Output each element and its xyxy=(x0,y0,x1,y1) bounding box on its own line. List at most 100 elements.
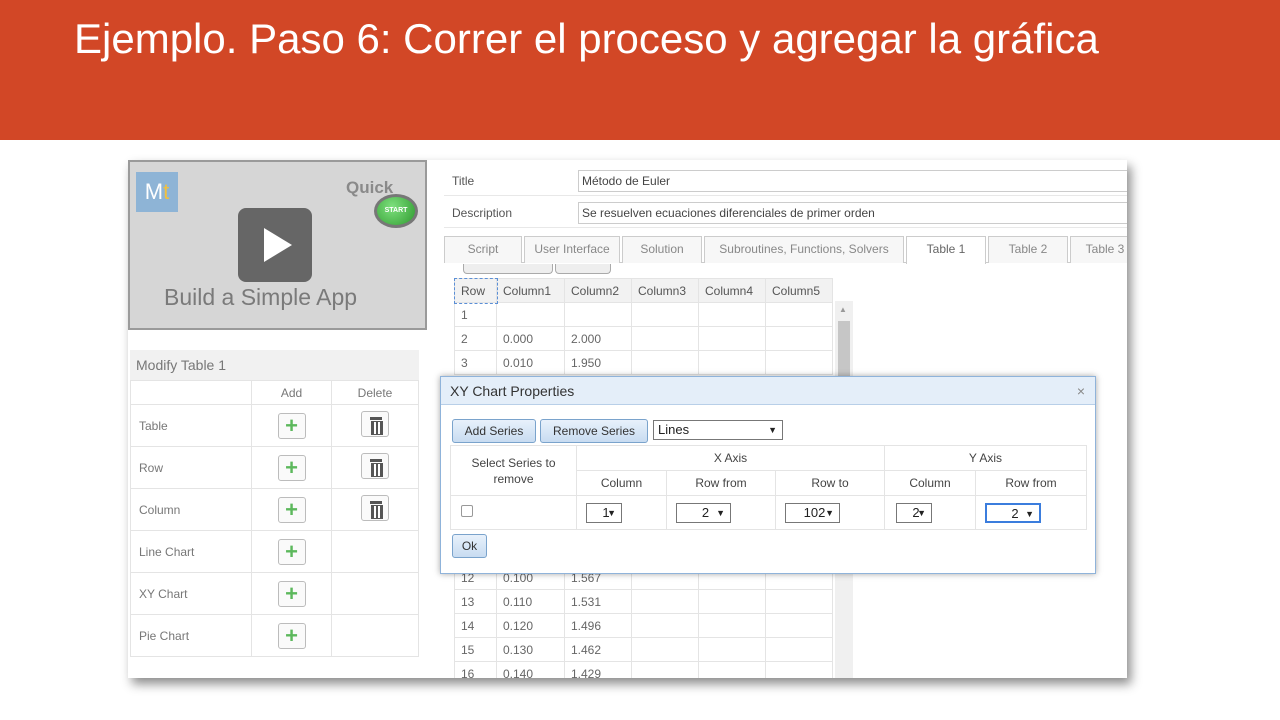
toolbar-button-stub-2[interactable] xyxy=(555,264,611,274)
grid-cell[interactable] xyxy=(698,350,766,375)
grid-cell[interactable] xyxy=(765,302,833,327)
grid-cell[interactable]: 3 xyxy=(454,350,497,375)
grid-cell[interactable] xyxy=(765,589,833,614)
plus-icon[interactable]: + xyxy=(277,496,306,523)
grid-column-header[interactable]: Column5 xyxy=(765,278,833,303)
delete-cell xyxy=(331,572,419,615)
grid-cell[interactable]: 0.010 xyxy=(496,350,565,375)
plus-icon[interactable]: + xyxy=(277,454,306,481)
chevron-down-icon: ▼ xyxy=(768,425,777,435)
tab-solution[interactable]: Solution xyxy=(622,236,702,263)
grid-cell[interactable] xyxy=(698,613,766,638)
scroll-thumb[interactable] xyxy=(838,321,850,381)
x-row-to-cell: 102 ▼ xyxy=(775,495,885,530)
scroll-up-icon[interactable]: ▲ xyxy=(839,305,847,314)
slide-title: Ejemplo. Paso 6: Correr el proceso y agr… xyxy=(74,15,1099,62)
tab-table-1[interactable]: Table 1 xyxy=(906,236,986,264)
grid-cell[interactable]: 1 xyxy=(454,302,497,327)
x-row-to-select[interactable]: 102 ▼ xyxy=(785,503,840,523)
grid-cell[interactable] xyxy=(631,589,699,614)
start-button[interactable]: START xyxy=(374,194,418,228)
close-icon[interactable]: × xyxy=(1077,377,1085,405)
logo-letter-t: t xyxy=(163,179,170,204)
grid-cell[interactable] xyxy=(564,302,632,327)
toolbar-button-stub-1[interactable] xyxy=(463,264,553,274)
grid-column-header[interactable]: Column1 xyxy=(496,278,565,303)
tab-subroutines-functions-solvers[interactable]: Subroutines, Functions, Solvers xyxy=(704,236,904,263)
grid-cell[interactable] xyxy=(765,613,833,638)
grid-cell[interactable]: 0.120 xyxy=(496,613,565,638)
grid-cell[interactable] xyxy=(698,589,766,614)
series-checkbox-cell xyxy=(450,495,577,530)
video-caption: Build a Simple App xyxy=(164,284,358,310)
grid-cell[interactable] xyxy=(765,661,833,678)
select-series-header: Select Series to remove xyxy=(450,445,577,496)
grid-cell[interactable]: 0.000 xyxy=(496,326,565,351)
x-column-select[interactable]: 1 ▼ xyxy=(586,503,622,523)
modify-table: Add Delete Table + Row + Column + Line Chart + X… xyxy=(130,380,419,657)
y-column-select[interactable]: 2 ▼ xyxy=(896,503,932,523)
grid-cell[interactable] xyxy=(631,661,699,678)
plus-icon[interactable]: + xyxy=(277,538,306,565)
grid-cell[interactable]: 0.130 xyxy=(496,637,565,662)
table-row: 3 0.010 1.950 xyxy=(454,350,833,375)
grid-column-header[interactable]: Column3 xyxy=(631,278,699,303)
grid-cell[interactable] xyxy=(765,350,833,375)
grid-cell[interactable] xyxy=(496,302,565,327)
trash-icon[interactable] xyxy=(361,411,389,437)
grid-cell[interactable] xyxy=(631,613,699,638)
trash-icon[interactable] xyxy=(361,453,389,479)
tab-user-interface[interactable]: User Interface xyxy=(524,236,620,263)
grid-cell[interactable] xyxy=(765,326,833,351)
grid-cell[interactable]: 0.110 xyxy=(496,589,565,614)
ok-button[interactable]: Ok xyxy=(452,534,487,558)
plus-icon[interactable]: + xyxy=(277,580,306,607)
grid-cell[interactable]: 2 xyxy=(454,326,497,351)
grid-cell[interactable] xyxy=(631,302,699,327)
grid-cell[interactable]: 1.531 xyxy=(564,589,632,614)
grid-cell[interactable] xyxy=(698,326,766,351)
plus-icon[interactable]: + xyxy=(277,412,306,439)
grid-cell[interactable] xyxy=(631,350,699,375)
grid-cell[interactable] xyxy=(698,661,766,678)
series-checkbox[interactable] xyxy=(461,505,473,517)
y-row-from-cell: 2 ▼ xyxy=(975,495,1087,530)
video-thumbnail[interactable]: Mt Quick START Build a Simple App xyxy=(128,160,427,330)
plus-icon[interactable]: + xyxy=(277,622,306,649)
x-row-from-header: Row from xyxy=(666,470,776,496)
grid-cell[interactable]: 0.140 xyxy=(496,661,565,678)
grid-cell[interactable]: 1.496 xyxy=(564,613,632,638)
grid-column-header[interactable]: Column4 xyxy=(698,278,766,303)
tab-bar: Script User Interface Solution Subroutines,… xyxy=(444,236,1127,264)
tab-table-2[interactable]: Table 2 xyxy=(988,236,1068,263)
grid-cell[interactable] xyxy=(631,326,699,351)
grid-cell[interactable]: 13 xyxy=(454,589,497,614)
tab-script[interactable]: Script xyxy=(444,236,522,263)
grid-cell[interactable]: 1.950 xyxy=(564,350,632,375)
grid-cell[interactable]: 1.429 xyxy=(564,661,632,678)
grid-cell[interactable]: 14 xyxy=(454,613,497,638)
tab-table-3[interactable]: Table 3 xyxy=(1070,236,1127,263)
dialog-title-bar[interactable]: XY Chart Properties × xyxy=(441,377,1095,405)
grid-cell[interactable] xyxy=(765,637,833,662)
grid-cell[interactable]: 1.462 xyxy=(564,637,632,662)
x-row-from-select[interactable]: 2 ▼ xyxy=(676,503,731,523)
title-input[interactable]: Método de Euler xyxy=(578,170,1127,192)
grid-column-header[interactable]: Row xyxy=(453,277,498,304)
grid-cell[interactable] xyxy=(631,637,699,662)
grid-cell[interactable]: 16 xyxy=(454,661,497,678)
y-row-from-select[interactable]: 2 ▼ xyxy=(985,503,1041,523)
trash-icon[interactable] xyxy=(361,495,389,521)
grid-column-header[interactable]: Column2 xyxy=(564,278,632,303)
description-input[interactable]: Se resuelven ecuaciones diferenciales de… xyxy=(578,202,1127,224)
play-icon[interactable] xyxy=(238,208,312,282)
data-grid: Row Column1 Column2 Column3 Column4 Column5 1 2… xyxy=(453,277,855,375)
chart-style-select[interactable]: Lines ▼ xyxy=(653,420,783,440)
grid-cell[interactable] xyxy=(698,302,766,327)
grid-cell[interactable] xyxy=(698,637,766,662)
grid-cell[interactable]: 2.000 xyxy=(564,326,632,351)
data-grid-lower: 12 0.100 1.567 13 0.110 1.531 14 0.120 1.496 15 0.… xyxy=(454,565,855,678)
grid-cell[interactable]: 15 xyxy=(454,637,497,662)
remove-series-button[interactable]: Remove Series xyxy=(540,419,648,443)
add-series-button[interactable]: Add Series xyxy=(452,419,536,443)
